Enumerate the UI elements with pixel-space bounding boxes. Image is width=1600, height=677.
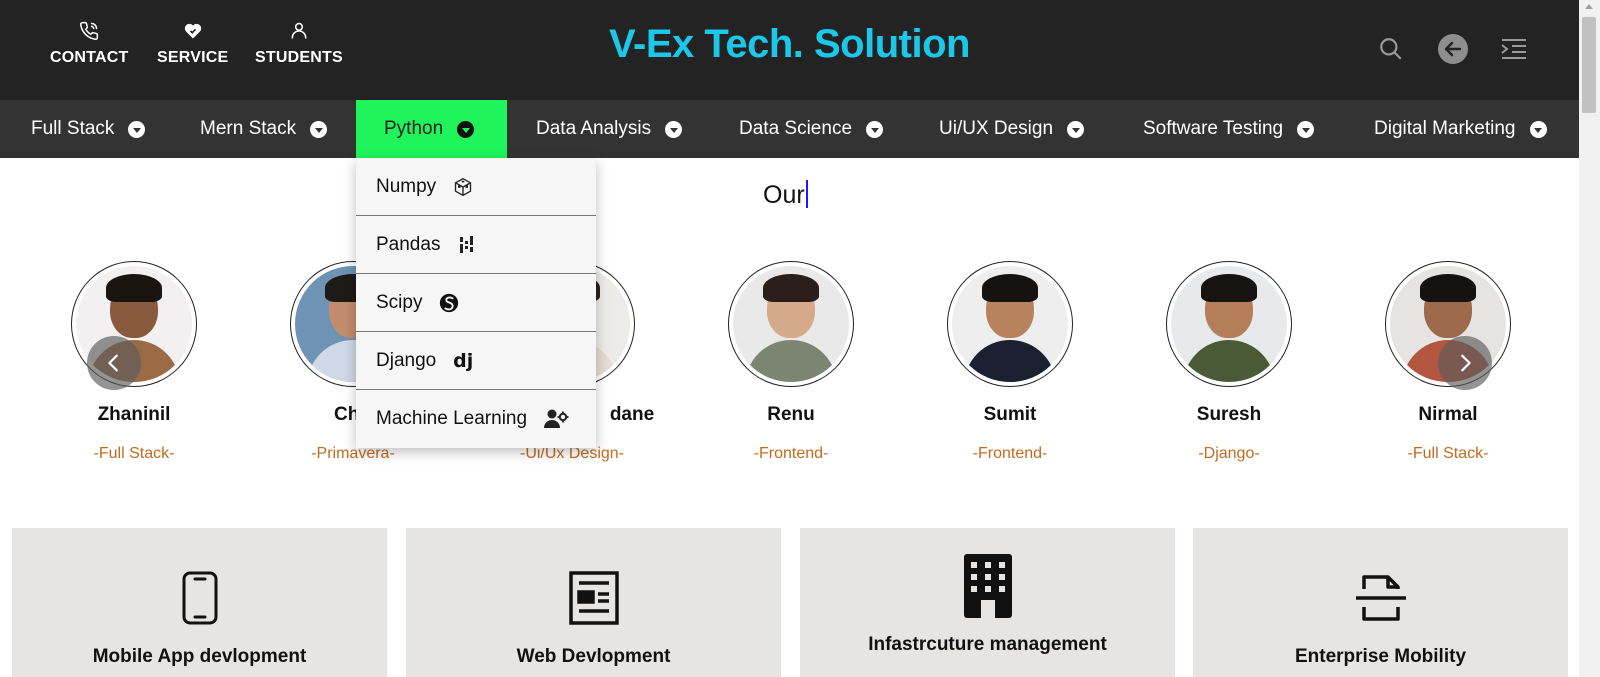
student-name: Nirmal [1418,404,1478,425]
numpy-cube-icon [452,176,474,198]
service-title: Infastrcuture management [868,634,1107,655]
nav-data-science[interactable]: Data Science [739,100,884,158]
service-link[interactable]: SERVICE [157,20,228,67]
student-name: Suresh [1196,404,1262,425]
menu-item-scipy[interactable]: Scipy [356,274,596,332]
search-icon[interactable] [1375,33,1407,65]
nav-data-analysis[interactable]: Data Analysis [536,100,683,158]
menu-indent-icon[interactable] [1498,33,1530,65]
python-dropdown-menu: Numpy Pandas Scipy Django dj Machine Lea… [356,158,596,448]
service-card[interactable]: Mobile App devlopment [12,528,387,677]
avatar [947,261,1073,387]
contact-link[interactable]: CONTACT [50,20,128,67]
student-card: Suresh -Django- [1129,261,1329,463]
section-heading: Our [763,180,808,210]
pandas-bars-icon [456,234,478,256]
student-course: -Full Stack- [1407,445,1489,462]
carousel-next-button[interactable] [1438,336,1492,390]
avatar [1166,261,1292,387]
nav-label: Data Analysis [536,118,652,139]
menu-item-label: Machine Learning [376,408,528,429]
user-gear-icon [543,408,569,430]
heart-hand-icon [182,20,204,42]
back-arrow-icon[interactable] [1437,33,1469,65]
nav-label: Software Testing [1143,118,1284,139]
menu-item-machine-learning[interactable]: Machine Learning [356,390,596,448]
menu-item-django[interactable]: Django dj [356,332,596,390]
chevron-down-icon [1067,120,1085,138]
nav-label: Data Science [739,118,853,139]
typing-cursor [805,180,808,208]
top-header: CONTACT SERVICE STUDENTS V-Ex Tech. Solu… [0,0,1579,100]
menu-item-label: Pandas [376,233,441,255]
chevron-down-icon [866,120,884,138]
course-nav: Full Stack Mern Stack Python Data Analys… [0,100,1579,158]
student-course: -Frontend- [972,445,1048,462]
nav-uiux-design[interactable]: Ui/UX Design [939,100,1085,158]
students-link[interactable]: STUDENTS [255,20,343,67]
student-course: -Frontend- [753,445,829,462]
scrollbar-thumb[interactable] [1582,17,1596,113]
section-heading-text: Our [763,181,805,209]
nav-python[interactable]: Python [356,100,507,158]
service-card[interactable]: Web Devlopment [406,528,781,677]
nav-label: Ui/UX Design [939,118,1054,139]
user-icon [288,20,310,42]
building-icon [960,554,1016,618]
web-page-icon [566,570,622,626]
service-title: Enterprise Mobility [1294,646,1467,667]
nav-mern-stack[interactable]: Mern Stack [200,100,328,158]
chevron-down-icon [1297,120,1315,138]
scan-document-icon [1353,570,1409,626]
student-name: Zhaninil [97,404,171,425]
service-title: Web Devlopment [516,646,671,667]
chevron-right-icon [1461,354,1471,372]
phone-icon [78,20,100,42]
student-card: Renu -Frontend- [691,261,891,463]
nav-digital-marketing[interactable]: Digital Marketing [1374,100,1547,158]
chevron-down-icon [1529,120,1547,138]
scroll-up-arrow-icon[interactable] [1585,4,1593,9]
nav-software-testing[interactable]: Software Testing [1143,100,1315,158]
scipy-icon [438,292,460,314]
nav-label: Digital Marketing [1374,118,1516,139]
menu-item-label: Django [376,349,437,371]
mobile-phone-icon [172,570,228,626]
student-course: -Django- [1198,445,1260,462]
student-name: Renu [767,404,815,425]
page-scrollbar[interactable] [1579,0,1600,677]
student-card: Sumit -Frontend- [910,261,1110,463]
menu-item-label: Scipy [376,291,423,313]
nav-label: Python [384,118,444,139]
nav-label: Full Stack [31,118,115,139]
menu-item-label: Numpy [376,175,437,197]
avatar [728,261,854,387]
service-card[interactable]: Enterprise Mobility [1193,528,1568,677]
django-dj-icon: dj [453,349,474,372]
nav-full-stack[interactable]: Full Stack [31,100,146,158]
contact-label: CONTACT [50,49,129,66]
chevron-down-icon [457,120,475,138]
chevron-down-icon [665,120,683,138]
chevron-left-icon [108,354,118,372]
student-name: Sumit [983,404,1037,425]
service-card[interactable]: Infastrcuture management [800,528,1175,677]
nav-label: Mern Stack [200,118,297,139]
page: CONTACT SERVICE STUDENTS V-Ex Tech. Solu… [0,0,1600,677]
brand-title: V-Ex Tech. Solution [609,22,970,66]
student-course: -Full Stack- [93,445,175,462]
service-label: SERVICE [157,49,229,66]
service-title: Mobile App devlopment [92,646,307,667]
chevron-down-icon [128,120,146,138]
carousel-prev-button[interactable] [87,336,141,390]
menu-item-pandas[interactable]: Pandas [356,216,596,274]
students-label: STUDENTS [255,49,343,66]
chevron-down-icon [310,120,328,138]
menu-item-numpy[interactable]: Numpy [356,158,596,216]
